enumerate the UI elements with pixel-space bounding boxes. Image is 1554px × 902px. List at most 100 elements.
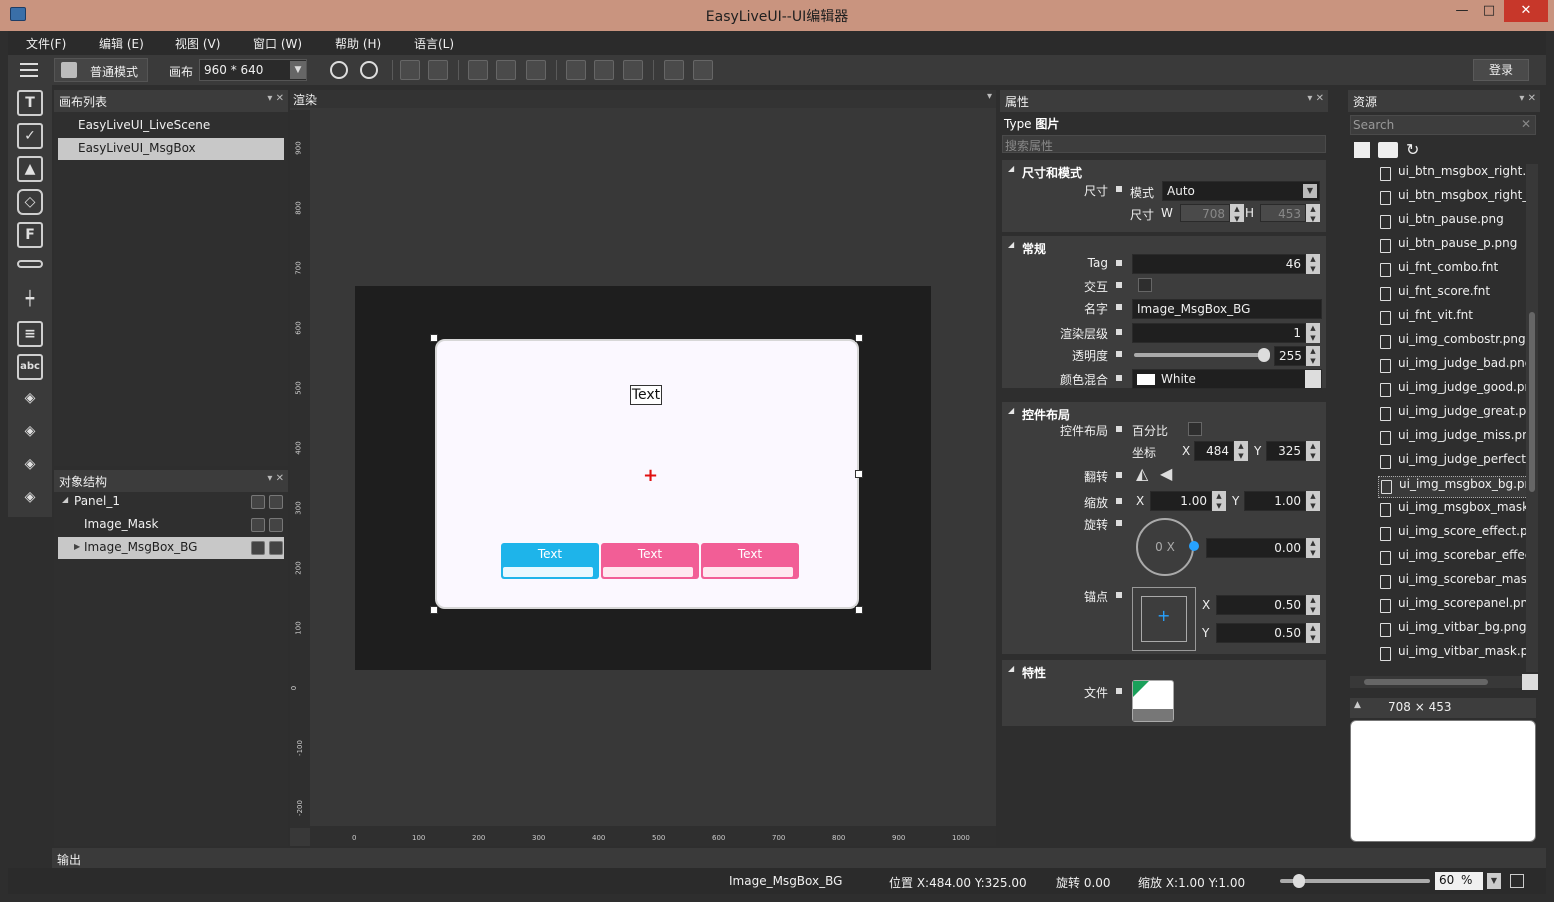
minimize-button[interactable]: — xyxy=(1450,0,1474,22)
align-bottom-icon[interactable] xyxy=(623,60,643,80)
canvas-area[interactable]: Text + Text Text Text xyxy=(355,286,931,670)
x-field[interactable]: 484 xyxy=(1194,441,1234,461)
y-field[interactable]: 325 xyxy=(1266,441,1306,461)
tag-field[interactable]: 46 xyxy=(1132,254,1306,274)
keyframe-icon[interactable] xyxy=(1116,375,1122,381)
expand-icon[interactable]: ◢ xyxy=(62,495,68,504)
height-field[interactable]: 453 xyxy=(1260,204,1306,222)
align-left-icon[interactable] xyxy=(468,60,488,80)
resize-handle[interactable] xyxy=(855,334,863,342)
layer-tool-icon[interactable]: ◈ xyxy=(17,387,43,413)
resource-file-item[interactable]: ui_fnt_combo.fnt xyxy=(1378,260,1526,282)
resource-file-item[interactable]: ui_img_scorebar_effec xyxy=(1378,548,1526,570)
slider-tool-icon[interactable]: ┿ xyxy=(17,288,43,314)
x-stepper[interactable]: ▲ ▼ xyxy=(1234,441,1248,461)
color-picker-button[interactable] xyxy=(1305,370,1321,388)
flip-vertical-icon[interactable]: ◀ xyxy=(1160,464,1172,483)
property-search-input[interactable]: 搜索属性 xyxy=(1002,135,1326,153)
chevron-down-icon[interactable]: ▼ xyxy=(1487,873,1501,889)
alpha-slider-thumb[interactable] xyxy=(1258,348,1270,362)
resource-file-item[interactable]: ui_img_vitbar_bg.png xyxy=(1378,620,1526,642)
mode-select[interactable]: Auto ▼ xyxy=(1162,181,1320,201)
chevron-down-icon[interactable]: ▼ xyxy=(290,61,306,79)
tree-item[interactable]: ▶ Image_MsgBox_BG xyxy=(58,537,284,559)
expand-icon[interactable]: ▶ xyxy=(74,542,80,551)
resource-file-item[interactable]: ui_img_combostr.png xyxy=(1378,332,1526,354)
zoom-field[interactable]: 60 % xyxy=(1435,872,1483,890)
keyframe-icon[interactable] xyxy=(1116,688,1122,694)
rotate-field[interactable]: 0.00 xyxy=(1206,538,1306,558)
mode-button[interactable]: 普通模式 xyxy=(54,58,148,82)
keyframe-icon[interactable] xyxy=(1116,498,1122,504)
checkbox-tool-icon[interactable]: ✓ xyxy=(17,123,43,149)
scale-x-stepper[interactable]: ▲ ▼ xyxy=(1212,491,1226,511)
textfield-tool-icon[interactable]: abc xyxy=(17,354,43,380)
resource-file-item[interactable]: ui_fnt_vit.fnt xyxy=(1378,308,1526,330)
eye-icon[interactable] xyxy=(251,518,265,532)
eye-icon[interactable] xyxy=(251,495,265,509)
keyframe-icon[interactable] xyxy=(1116,472,1122,478)
resize-handle[interactable] xyxy=(430,334,438,342)
resource-file-item[interactable]: ui_img_judge_good.pr xyxy=(1378,380,1526,402)
keyframe-icon[interactable] xyxy=(1116,186,1122,192)
tree-item[interactable]: Image_Mask xyxy=(58,514,284,536)
panel-controls-icon[interactable]: ▾ xyxy=(987,91,992,102)
alpha-slider-track[interactable] xyxy=(1134,353,1266,357)
collapse-icon[interactable]: ▲ xyxy=(1354,700,1361,710)
lock-icon[interactable] xyxy=(269,495,283,509)
resource-file-item[interactable]: ui_img_judge_great.pr xyxy=(1378,404,1526,426)
font-tool-icon[interactable]: F xyxy=(17,222,43,248)
login-button[interactable]: 登录 xyxy=(1473,59,1529,81)
flip-horizontal-icon[interactable]: ◭ xyxy=(1136,464,1148,483)
resource-file-item[interactable]: ui_btn_pause.png xyxy=(1378,212,1526,234)
panel-controls-icon[interactable]: ▾ ✕ xyxy=(1519,93,1536,104)
width-field[interactable]: 708 xyxy=(1180,204,1230,222)
distribute-h-icon[interactable] xyxy=(693,60,713,80)
blend-select[interactable]: White xyxy=(1132,369,1322,389)
resource-file-item[interactable]: ui_img_scorepanel.png xyxy=(1378,596,1526,618)
menu-help[interactable]: 帮助 (H) xyxy=(335,35,381,52)
layer-field[interactable]: 1 xyxy=(1132,323,1306,343)
file-icon[interactable] xyxy=(1354,142,1370,158)
panel-controls-icon[interactable]: ▾ ✕ xyxy=(1307,93,1324,104)
rotate-ccw-icon[interactable] xyxy=(360,61,378,79)
text-label[interactable]: Text xyxy=(630,385,662,405)
image-tool-icon[interactable]: ▲ xyxy=(17,156,43,182)
folder-icon[interactable] xyxy=(1378,142,1398,158)
anchor-x-stepper[interactable]: ▲ ▼ xyxy=(1306,595,1320,615)
anchor-point-icon[interactable]: + xyxy=(1157,606,1170,625)
close-button[interactable]: ✕ xyxy=(1504,0,1548,22)
interact-checkbox[interactable] xyxy=(1138,278,1152,292)
anchor-y-field[interactable]: 0.50 xyxy=(1216,623,1306,643)
keyframe-icon[interactable] xyxy=(1116,520,1122,526)
canvas-item[interactable]: EasyLiveUI_MsgBox xyxy=(58,138,284,160)
msgbox-button[interactable]: Text xyxy=(501,543,599,579)
chevron-down-icon[interactable]: ▼ xyxy=(1303,184,1317,198)
resource-file-item[interactable]: ui_img_score_effect.pr xyxy=(1378,524,1526,546)
horizontal-scrollbar[interactable] xyxy=(1350,676,1526,688)
center-icon[interactable] xyxy=(400,60,420,80)
anchor-x-field[interactable]: 0.50 xyxy=(1216,595,1306,615)
file-thumbnail[interactable] xyxy=(1132,680,1174,722)
rotate-dial[interactable]: 0 X xyxy=(1136,518,1194,576)
keyframe-icon[interactable] xyxy=(1116,282,1122,288)
keyframe-icon[interactable] xyxy=(1116,329,1122,335)
rotate-cw-icon[interactable] xyxy=(330,61,348,79)
resource-search-input[interactable]: Search ✕ xyxy=(1350,115,1536,135)
anchor-y-stepper[interactable]: ▲ ▼ xyxy=(1306,623,1320,643)
percent-checkbox[interactable] xyxy=(1188,422,1202,436)
align-top-icon[interactable] xyxy=(566,60,586,80)
list-tool-icon[interactable]: ≡ xyxy=(17,321,43,347)
scale-y-field[interactable]: 1.00 xyxy=(1244,491,1306,511)
scale-y-stepper[interactable]: ▲ ▼ xyxy=(1306,491,1320,511)
resource-file-item[interactable]: ui_img_vitbar_mask.pr xyxy=(1378,644,1526,666)
resource-file-item[interactable]: ui_btn_pause_p.png xyxy=(1378,236,1526,258)
rotate-stepper[interactable]: ▲ ▼ xyxy=(1306,538,1320,558)
progress-tool-icon[interactable] xyxy=(17,260,43,268)
keyframe-icon[interactable] xyxy=(1116,260,1122,266)
resource-file-item[interactable]: ui_img_msgbox_bg.pn xyxy=(1378,476,1526,498)
resource-file-item[interactable]: ui_img_judge_perfect. xyxy=(1378,452,1526,474)
keyframe-icon[interactable] xyxy=(1116,304,1122,310)
text-tool-icon[interactable]: T xyxy=(17,90,43,116)
align-right-icon[interactable] xyxy=(526,60,546,80)
